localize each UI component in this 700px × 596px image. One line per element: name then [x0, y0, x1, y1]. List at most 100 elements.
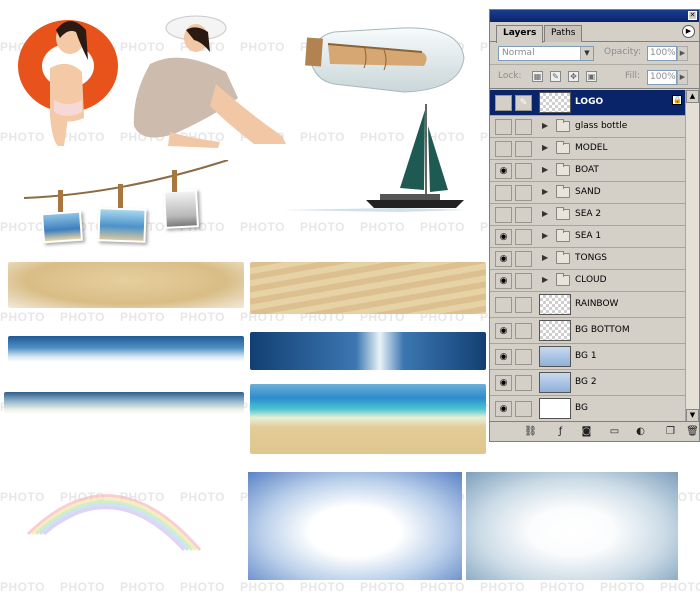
layers-scrollbar[interactable]: ▲ ▼ [685, 90, 699, 422]
watermark-text: PHOTO [480, 580, 525, 594]
layer-link-toggle[interactable] [515, 185, 532, 201]
layer-link-toggle[interactable] [515, 229, 532, 245]
layer-link-toggle[interactable] [515, 119, 532, 135]
watermark-text: PHOTO [240, 580, 285, 594]
layers-list: ✎ LOGO 🔒 ▶ glass bottle ▶ MODEL ◉ ▶ BOAT ▶ SAND ▶ SEA… [490, 90, 687, 422]
eye-icon[interactable]: ◉ [495, 229, 512, 245]
glass-bottle-image [304, 24, 468, 96]
panel-titlebar[interactable]: ✕ [490, 10, 699, 22]
close-icon[interactable]: ✕ [688, 11, 697, 20]
layer-name: MODEL [575, 143, 608, 153]
expand-triangle-icon[interactable]: ▶ [542, 275, 548, 284]
layer-row[interactable]: ◉ ▶ CLOUD [490, 270, 687, 292]
visibility-toggle[interactable] [495, 185, 512, 201]
adjustment-layer-icon[interactable]: ◐ [634, 425, 647, 438]
layer-row[interactable]: ◉ ▶ TONGS [490, 248, 687, 270]
layer-row[interactable]: ◉ BG 2 [490, 370, 687, 396]
lock-transparency-icon[interactable]: ▦ [532, 71, 543, 82]
layer-name: TONGS [575, 253, 608, 263]
expand-triangle-icon[interactable]: ▶ [542, 231, 548, 240]
fill-arrow-icon[interactable]: ▶ [677, 70, 688, 85]
layer-row[interactable]: ◉ BG 1 [490, 344, 687, 370]
layer-name: BOAT [575, 165, 599, 175]
add-mask-icon[interactable]: ◙ [580, 425, 593, 438]
fill-label: Fill: [625, 71, 641, 81]
expand-triangle-icon[interactable]: ▶ [542, 187, 548, 196]
watermark-text: PHOTO [120, 580, 165, 594]
tab-layers[interactable]: Layers [496, 25, 544, 43]
layer-link-toggle[interactable] [515, 251, 532, 267]
visibility-toggle[interactable] [495, 141, 512, 157]
lock-image-icon[interactable]: ✎ [550, 71, 561, 82]
eye-icon[interactable]: ◉ [495, 401, 512, 417]
expand-triangle-icon[interactable]: ▶ [542, 253, 548, 262]
watermark-text: PHOTO [600, 580, 645, 594]
layer-link-toggle[interactable] [515, 273, 532, 289]
layer-row[interactable]: ▶ glass bottle [490, 116, 687, 138]
expand-triangle-icon[interactable]: ▶ [542, 209, 548, 218]
opacity-arrow-icon[interactable]: ▶ [677, 46, 688, 61]
layer-link-toggle[interactable] [515, 323, 532, 339]
layer-link-toggle[interactable] [515, 401, 532, 417]
tab-paths[interactable]: Paths [544, 25, 583, 42]
eye-icon[interactable]: ◉ [495, 375, 512, 391]
layer-row[interactable]: ▶ SEA 2 [490, 204, 687, 226]
expand-triangle-icon[interactable]: ▶ [542, 121, 548, 130]
lock-position-icon[interactable]: ✥ [568, 71, 579, 82]
eye-icon[interactable]: ◉ [495, 349, 512, 365]
eye-icon[interactable]: ◉ [495, 323, 512, 339]
watermark-text: PHOTO [420, 580, 465, 594]
new-group-icon[interactable]: ▭ [608, 425, 621, 438]
panel-menu-icon[interactable]: ▶ [682, 25, 695, 38]
layer-name: SAND [575, 187, 601, 197]
watermark-text: PHOTO [240, 220, 285, 234]
layer-row[interactable]: ◉ BG [490, 396, 687, 422]
lock-label: Lock: [498, 71, 522, 81]
layer-link-toggle[interactable] [515, 141, 532, 157]
layer-row[interactable]: ▶ MODEL [490, 138, 687, 160]
fill-input[interactable]: 100% [647, 70, 677, 85]
sea-strip-1 [8, 336, 244, 362]
layer-link-toggle[interactable] [515, 349, 532, 365]
eye-icon[interactable]: ◉ [495, 163, 512, 179]
trash-icon[interactable]: 🗑 [686, 425, 699, 438]
link-layers-icon[interactable]: ⛓ [524, 425, 537, 438]
layer-thumbnail [539, 346, 571, 367]
lock-all-icon[interactable]: ▣ [586, 71, 597, 82]
scroll-up-icon[interactable]: ▲ [686, 90, 699, 103]
sea-strip-3 [4, 392, 244, 414]
opacity-label: Opacity: [604, 47, 641, 57]
expand-triangle-icon[interactable]: ▶ [542, 143, 548, 152]
layer-row[interactable]: ▶ SAND [490, 182, 687, 204]
eye-icon[interactable]: ◉ [495, 251, 512, 267]
layer-row[interactable]: ◉ ▶ BOAT [490, 160, 687, 182]
opacity-input[interactable]: 100% [647, 46, 677, 61]
layer-name: BG 2 [575, 377, 597, 387]
brush-icon[interactable]: ✎ [515, 95, 532, 111]
new-layer-icon[interactable]: ❐ [664, 425, 677, 438]
visibility-toggle[interactable] [495, 297, 512, 313]
layer-row[interactable]: ✎ LOGO 🔒 [490, 90, 687, 116]
panel-tabs: Layers Paths ▶ [490, 22, 699, 43]
watermark-text: PHOTO [0, 310, 45, 324]
layer-name: BG [575, 403, 588, 413]
layer-name: LOGO [575, 97, 604, 107]
chevron-down-icon[interactable]: ▼ [580, 47, 593, 60]
blend-mode-select[interactable]: Normal ▼ [498, 46, 594, 61]
watermark-text: PHOTO [180, 580, 225, 594]
layer-row[interactable]: ◉ BG BOTTOM [490, 318, 687, 344]
layer-link-toggle[interactable] [515, 207, 532, 223]
visibility-toggle[interactable] [495, 207, 512, 223]
visibility-toggle[interactable] [495, 119, 512, 135]
sand-strip-1 [8, 262, 244, 308]
layer-link-toggle[interactable] [515, 297, 532, 313]
add-style-icon[interactable]: ƒ [554, 425, 567, 438]
expand-triangle-icon[interactable]: ▶ [542, 165, 548, 174]
layer-link-toggle[interactable] [515, 375, 532, 391]
visibility-toggle[interactable] [495, 95, 512, 111]
layer-link-toggle[interactable] [515, 163, 532, 179]
sand-strip-2 [250, 262, 486, 314]
eye-icon[interactable]: ◉ [495, 273, 512, 289]
layer-row[interactable]: ◉ ▶ SEA 1 [490, 226, 687, 248]
layer-row[interactable]: RAINBOW [490, 292, 687, 318]
